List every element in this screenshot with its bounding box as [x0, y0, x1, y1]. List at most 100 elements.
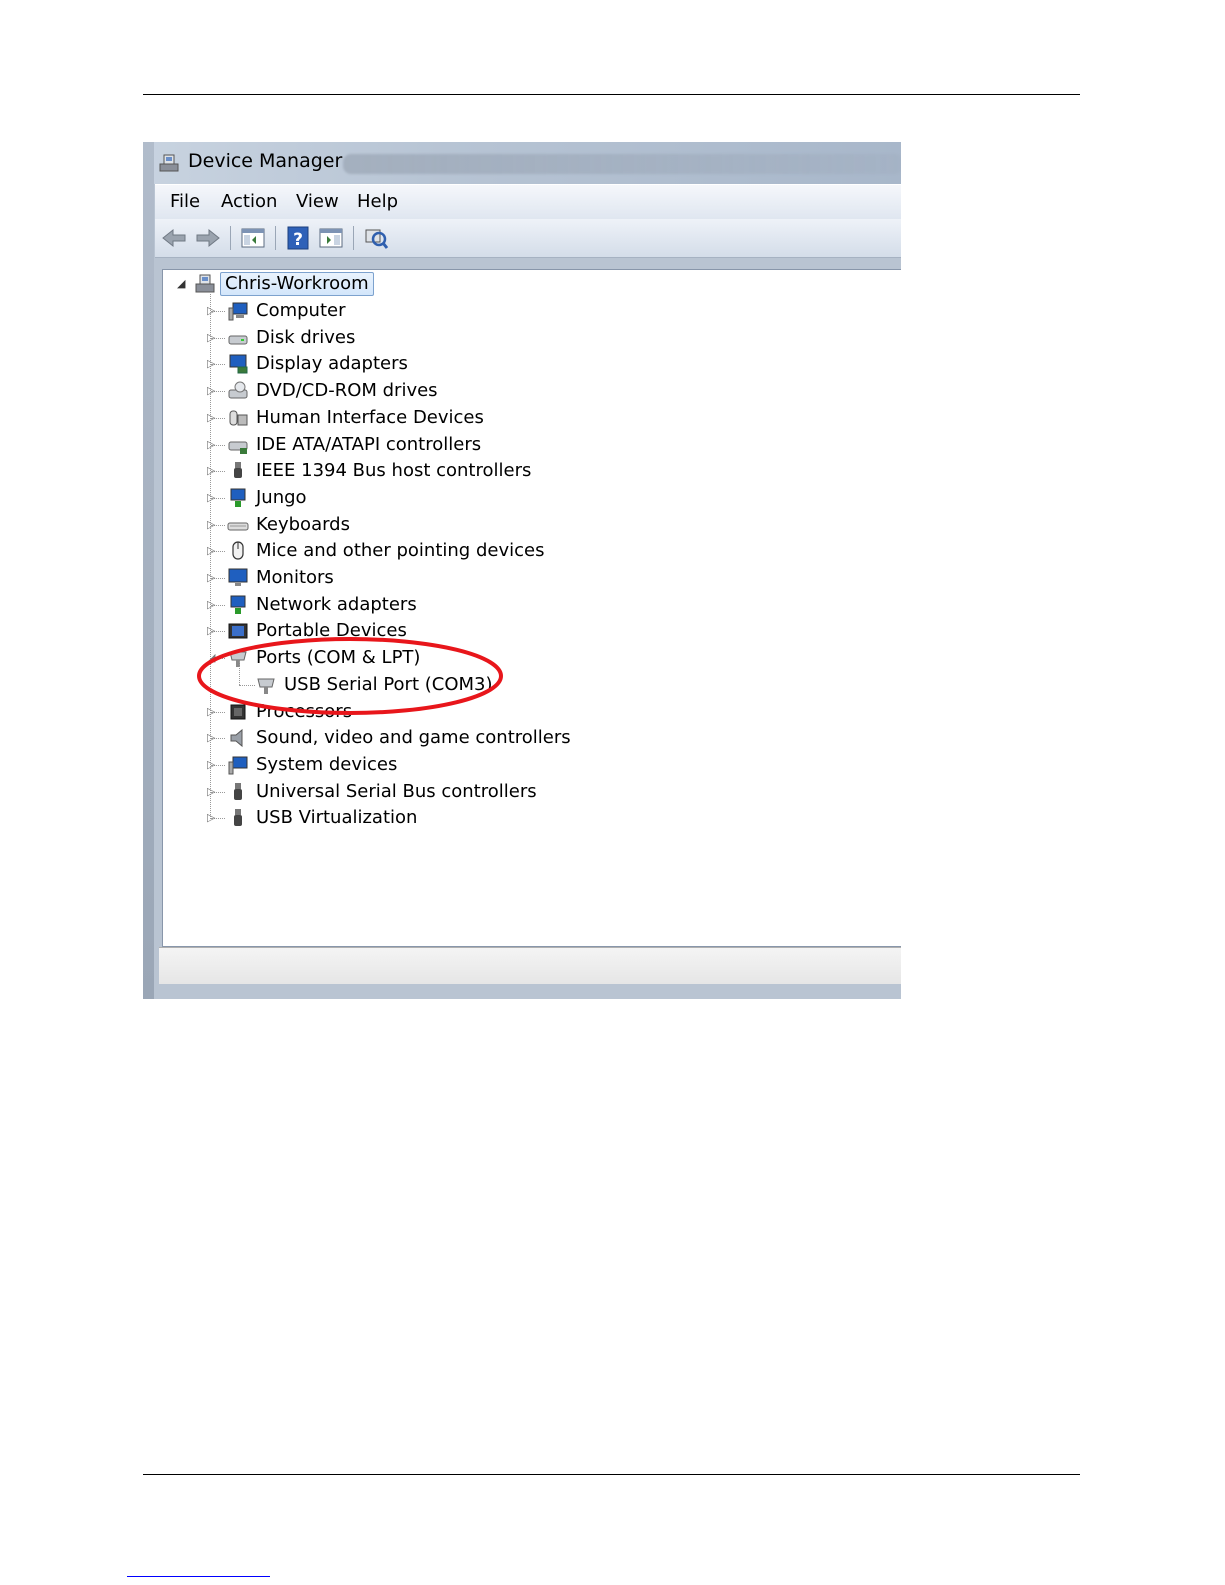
- tree-category-speaker[interactable]: ▷ Sound, video and game controllers: [207, 726, 627, 750]
- tree-category-hid[interactable]: ▷ Human Interface Devices: [207, 406, 627, 430]
- scan-hardware-changes-icon[interactable]: [362, 225, 390, 251]
- expand-icon[interactable]: ▷: [207, 598, 217, 611]
- tree-category-label[interactable]: Human Interface Devices: [256, 406, 484, 430]
- back-icon[interactable]: [160, 225, 188, 251]
- collapse-icon[interactable]: ◢: [177, 278, 187, 290]
- expand-icon[interactable]: ▷: [207, 465, 217, 477]
- tree-category-monitor[interactable]: ▷ Monitors: [207, 566, 627, 590]
- tree-category-label[interactable]: Network adapters: [256, 593, 417, 617]
- expand-icon[interactable]: ▷: [207, 385, 217, 397]
- tree-root-label[interactable]: Chris-Workroom: [220, 272, 374, 296]
- expand-icon[interactable]: ▷: [207, 625, 217, 637]
- tree-category-label[interactable]: Portable Devices: [256, 619, 407, 643]
- tree-category-label[interactable]: Display adapters: [256, 352, 408, 376]
- device-manager-icon: [159, 154, 179, 172]
- tree-category-port[interactable]: ◢ Ports (COM & LPT): [207, 646, 627, 670]
- computer-network-icon: [195, 274, 215, 293]
- expand-icon[interactable]: ▷: [207, 785, 217, 798]
- tree-root[interactable]: ◢ Chris-Workroom: [177, 272, 397, 296]
- tree-category-label[interactable]: Keyboards: [256, 513, 350, 537]
- portable-device-icon: [228, 623, 248, 639]
- tree-category-ide-controller[interactable]: ▷ IDE ATA/ATAPI controllers: [207, 433, 627, 457]
- expand-icon[interactable]: ▷: [207, 305, 217, 317]
- tree-category-label[interactable]: Ports (COM & LPT): [256, 646, 420, 670]
- toolbar-separator: [230, 226, 231, 250]
- expand-icon[interactable]: ▷: [207, 438, 217, 451]
- tree-category-computer[interactable]: ▷ Computer: [207, 299, 627, 323]
- tree-category-label[interactable]: Jungo: [256, 486, 307, 510]
- ide-controller-icon: [228, 441, 248, 454]
- port-icon: [229, 651, 247, 668]
- expand-icon[interactable]: ▷: [207, 331, 217, 344]
- tree-category-firewire[interactable]: ▷ IEEE 1394 Bus host controllers: [207, 459, 627, 483]
- tree-category-label[interactable]: System devices: [256, 753, 397, 777]
- tree-category-label[interactable]: IDE ATA/ATAPI controllers: [256, 433, 481, 457]
- expand-icon[interactable]: ▷: [207, 705, 217, 718]
- svg-text:?: ?: [293, 230, 303, 250]
- expand-icon[interactable]: ▷: [207, 358, 217, 370]
- expand-icon[interactable]: ▷: [207, 572, 217, 584]
- tree-category-label[interactable]: Processors: [256, 700, 352, 724]
- tree-category-jungo[interactable]: ▷ Jungo: [207, 486, 627, 510]
- system-devices-icon: [228, 756, 248, 775]
- title-bar[interactable]: Device Manager: [143, 142, 901, 184]
- expand-icon[interactable]: ▷: [207, 545, 217, 557]
- toolbar-separator: [353, 226, 354, 250]
- tree-category-network-adapter[interactable]: ▷ Network adapters: [207, 593, 627, 617]
- tree-category-portable-device[interactable]: ▷ Portable Devices: [207, 619, 627, 643]
- tree-category-mouse[interactable]: ▷ Mice and other pointing devices: [207, 539, 627, 563]
- expand-icon[interactable]: ▷: [207, 758, 217, 771]
- footer-link-underline: [127, 1576, 270, 1577]
- tree-device-label[interactable]: USB Serial Port (COM3): [284, 673, 493, 697]
- tree-category-usb[interactable]: ▷ Universal Serial Bus controllers: [207, 780, 627, 804]
- tree-category-disk-drive[interactable]: ▷ Disk drives: [207, 326, 627, 350]
- toolbar: ?: [155, 219, 901, 258]
- show-hide-console-tree-icon[interactable]: [239, 225, 267, 251]
- tree-category-label[interactable]: Sound, video and game controllers: [256, 726, 571, 750]
- menu-bar: File Action View Help: [155, 184, 901, 220]
- window-title: Device Manager: [188, 150, 343, 172]
- forward-icon[interactable]: [194, 225, 222, 251]
- show-action-pane-icon[interactable]: [317, 225, 345, 251]
- tree-category-display-adapter[interactable]: ▷ Display adapters: [207, 352, 627, 376]
- speaker-icon: [230, 729, 243, 748]
- tree-category-dvd-drive[interactable]: ▷ DVD/CD-ROM drives: [207, 379, 627, 403]
- dvd-drive-icon: [228, 381, 248, 399]
- tree-category-label[interactable]: IEEE 1394 Bus host controllers: [256, 459, 531, 483]
- menu-help[interactable]: Help: [357, 191, 398, 212]
- tree-category-label[interactable]: Mice and other pointing devices: [256, 539, 544, 563]
- expand-icon[interactable]: ▷: [207, 812, 217, 824]
- tree-category-keyboard[interactable]: ▷ Keyboards: [207, 513, 627, 537]
- help-icon[interactable]: ?: [284, 225, 312, 251]
- tree-category-processor[interactable]: ▷ Processors: [207, 700, 627, 724]
- background-window-blur: [343, 154, 901, 174]
- tree-category-label[interactable]: USB Virtualization: [256, 806, 417, 830]
- computer-icon: [228, 302, 248, 321]
- expand-icon[interactable]: ▷: [207, 411, 217, 424]
- expand-icon[interactable]: ▷: [207, 732, 217, 744]
- tree-category-usb[interactable]: ▷ USB Virtualization: [207, 806, 627, 830]
- menu-action[interactable]: Action: [221, 191, 277, 212]
- window-frame-left: [143, 142, 154, 999]
- disk-drive-icon: [228, 335, 248, 345]
- collapse-icon[interactable]: ◢: [207, 652, 217, 664]
- device-manager-window: Device Manager File Action View Help ? ◢…: [143, 142, 901, 999]
- expand-icon[interactable]: ▷: [207, 518, 217, 531]
- footer-rule: [143, 1474, 1080, 1475]
- tree-category-label[interactable]: Disk drives: [256, 326, 355, 350]
- menu-file[interactable]: File: [170, 191, 200, 212]
- tree-category-label[interactable]: DVD/CD-ROM drives: [256, 379, 438, 403]
- tree-category-label[interactable]: Monitors: [256, 566, 334, 590]
- menu-view[interactable]: View: [296, 191, 339, 212]
- keyboard-icon: [227, 522, 249, 531]
- expand-icon[interactable]: ▷: [207, 491, 217, 504]
- tree-category-label[interactable]: Universal Serial Bus controllers: [256, 780, 537, 804]
- tree-device-usb-serial-port[interactable]: USB Serial Port (COM3): [235, 660, 535, 697]
- tree-category-system-devices[interactable]: ▷ System devices: [207, 753, 627, 777]
- tree-connector: [239, 660, 240, 685]
- device-tree: ◢ Chris-Workroom ▷ Computer ▷ Disk drives ▷ D…: [162, 269, 901, 947]
- usb-icon: [234, 782, 242, 800]
- processor-icon: [230, 704, 246, 719]
- hid-icon: [229, 410, 248, 426]
- tree-category-label[interactable]: Computer: [256, 299, 345, 323]
